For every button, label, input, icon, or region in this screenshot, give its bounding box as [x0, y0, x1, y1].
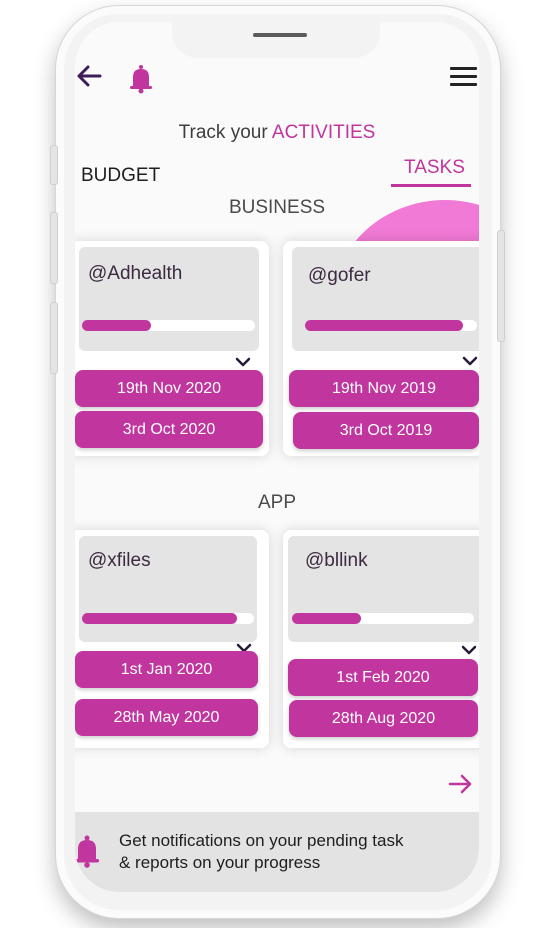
app-screen: Track your ACTIVITIES BUDGET TASKS BUSIN… — [75, 22, 479, 892]
menu-bar — [450, 83, 477, 86]
page-title: Track your ACTIVITIES — [75, 122, 479, 144]
progress-bar — [82, 320, 255, 331]
progress-fill — [292, 613, 362, 624]
notch — [172, 22, 380, 58]
project-handle: @bllink — [305, 550, 368, 571]
side-button — [50, 302, 58, 374]
banner-message-line: Get notifications on your pending task — [119, 831, 404, 850]
banner-bell — [75, 834, 101, 868]
tab-budget[interactable]: BUDGET — [81, 165, 160, 187]
speaker — [253, 33, 307, 37]
chevron-down-icon[interactable] — [461, 645, 477, 655]
project-handle: @Adhealth — [88, 263, 183, 284]
arrow-left-icon — [77, 65, 102, 87]
side-button — [497, 230, 505, 342]
project-card[interactable]: @gofer 19th Nov 2019 3rd Oct 2019 — [283, 241, 479, 456]
start-date-button[interactable]: 19th Nov 2019 — [289, 370, 479, 407]
arrow-right-icon — [448, 774, 472, 794]
notification-button[interactable] — [128, 64, 154, 94]
start-date-button[interactable]: 1st Feb 2020 — [288, 659, 478, 696]
section-label-business: BUSINESS — [228, 197, 326, 218]
side-button — [50, 212, 58, 284]
banner-message: Get notifications on your pending task &… — [119, 830, 469, 874]
end-date-button[interactable]: 3rd Oct 2020 — [75, 411, 263, 448]
menu-button[interactable] — [450, 67, 477, 88]
project-card-header — [292, 247, 479, 351]
banner-message-line: & reports on your progress — [119, 853, 321, 872]
menu-bar — [450, 75, 477, 78]
project-card[interactable]: @Adhealth 19th Nov 2020 3rd Oct 2020 — [75, 241, 269, 456]
chevron-down-icon[interactable] — [235, 357, 251, 367]
project-handle: @xfiles — [88, 550, 151, 571]
project-handle: @gofer — [308, 265, 371, 286]
progress-bar — [305, 320, 477, 331]
end-date-button[interactable]: 3rd Oct 2019 — [293, 412, 479, 449]
page-title-prefix: Track your — [178, 122, 272, 143]
page-title-accent: ACTIVITIES — [271, 122, 376, 143]
bell-icon — [75, 835, 99, 868]
back-button[interactable] — [75, 64, 103, 88]
end-date-button[interactable]: 28th Aug 2020 — [289, 700, 478, 737]
tab-active-indicator — [391, 184, 471, 187]
start-date-button[interactable]: 19th Nov 2020 — [75, 370, 263, 407]
progress-bar — [82, 613, 254, 624]
tab-tasks[interactable]: TASKS — [404, 157, 465, 179]
bell-icon — [130, 65, 152, 94]
side-button — [50, 145, 58, 185]
start-date-button[interactable]: 1st Jan 2020 — [75, 651, 258, 688]
progress-fill — [82, 320, 152, 331]
progress-fill — [305, 320, 464, 331]
section-label-app: APP — [257, 492, 297, 513]
end-date-button[interactable]: 28th May 2020 — [75, 699, 258, 736]
next-button[interactable] — [448, 772, 474, 796]
project-card[interactable]: @xfiles 1st Jan 2020 28th May 2020 — [75, 530, 269, 748]
project-card[interactable]: @bllink 1st Feb 2020 28th Aug 2020 — [283, 530, 479, 748]
chevron-down-icon[interactable] — [462, 356, 478, 366]
progress-fill — [82, 613, 237, 624]
menu-bar — [450, 67, 477, 70]
progress-bar — [292, 613, 474, 624]
